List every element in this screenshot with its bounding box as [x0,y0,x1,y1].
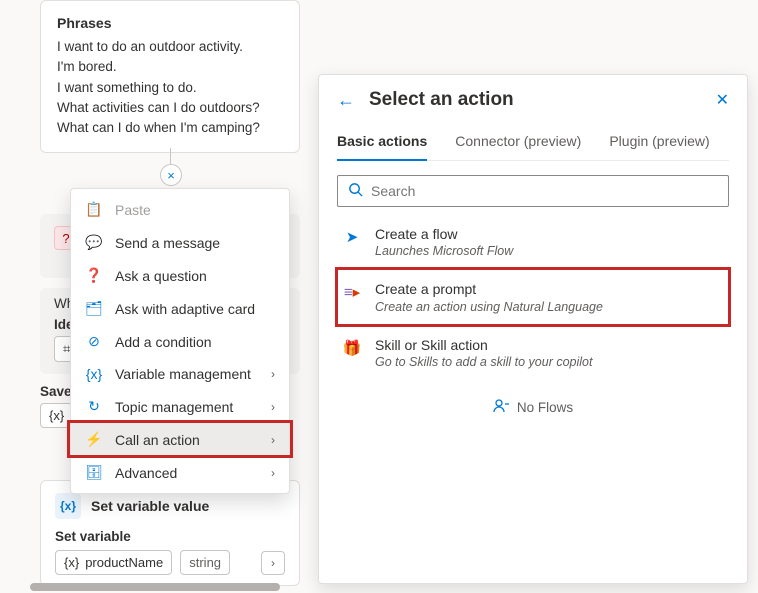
variable-icon: {x} [85,366,103,382]
phrase-line: I'm bored. [57,57,283,77]
chevron-right-icon: › [271,400,275,414]
set-variable-node[interactable]: {x} Set variable value Set variable {x} … [40,480,300,586]
card-icon: 🗂 [85,300,103,317]
phrase-line: What activities can I do outdoors? [57,98,283,118]
no-flows-text: No Flows [517,400,573,415]
search-input[interactable] [371,183,718,199]
menu-item-label: Variable management [115,366,251,382]
menu-item-label: Advanced [115,465,177,481]
no-flows-message: No Flows [337,398,729,417]
remove-node-button[interactable]: × [160,164,182,186]
phrases-card: Phrases I want to do an outdoor activity… [40,0,300,153]
menu-item-advanced[interactable]: 🗄 Advanced › [71,456,289,489]
connector-line [170,148,171,164]
action-create-prompt[interactable]: ≡▸ Create a prompt Create an action usin… [337,269,729,324]
add-node-context-menu: 📋 Paste 💬 Send a message ❓ Ask a questio… [70,188,290,494]
branch-icon: ⊘ [85,333,103,350]
action-desc: Launches Microsoft Flow [375,243,513,259]
question-icon: ❓ [85,267,103,284]
chat-icon: 💬 [85,234,103,251]
actions-list: ➤ Create a flow Launches Microsoft Flow … [337,215,729,380]
menu-item-ask-question[interactable]: ❓ Ask a question [71,259,289,292]
menu-item-label: Call an action [115,432,200,448]
phrase-line: I want something to do. [57,78,283,98]
close-icon: × [167,168,175,183]
chevron-right-icon: › [271,433,275,447]
menu-item-label: Ask a question [115,268,207,284]
action-title: Create a flow [375,225,513,243]
menu-item-variable-management[interactable]: {x} Variable management › [71,358,289,390]
scrollbar-thumb[interactable] [30,583,280,591]
action-title: Create a prompt [375,280,603,298]
variable-icon: {x} [49,408,64,423]
variable-icon: {x} [55,493,81,519]
person-icon [493,398,509,417]
back-button[interactable]: ← [337,90,355,111]
menu-item-topic-management[interactable]: ↻ Topic management › [71,390,289,423]
menu-item-paste: 📋 Paste [71,193,289,226]
menu-item-label: Topic management [115,399,233,415]
skill-icon: 🎁 [341,337,363,359]
phrase-line: What can I do when I'm camping? [57,118,283,138]
action-skill[interactable]: 🎁 Skill or Skill action Go to Skills to … [337,325,729,380]
menu-item-label: Add a condition [115,334,212,350]
action-title: Skill or Skill action [375,336,592,354]
menu-item-add-condition[interactable]: ⊘ Add a condition [71,325,289,358]
panel-tabs: Basic actions Connector (preview) Plugin… [337,127,729,161]
chevron-right-icon: › [271,466,275,480]
briefcase-icon: 🗄 [85,464,103,481]
paste-icon: 📋 [85,201,103,218]
close-panel-button[interactable]: ✕ [716,90,729,110]
tab-basic-actions[interactable]: Basic actions [337,127,427,161]
action-desc: Go to Skills to add a skill to your copi… [375,354,592,370]
menu-item-label: Paste [115,202,151,218]
variable-type-pill: string [180,550,230,575]
chevron-right-icon: › [271,367,275,381]
node-title: Set variable value [91,498,209,514]
search-box[interactable] [337,175,729,207]
menu-item-label: Send a message [115,235,220,251]
menu-item-call-action[interactable]: ⚡ Call an action › [71,423,289,456]
save-variable-chip[interactable]: {x} [40,403,73,428]
action-create-flow[interactable]: ➤ Create a flow Launches Microsoft Flow [337,215,729,269]
panel-title: Select an action [369,89,702,111]
variable-type: string [189,555,221,570]
set-variable-label: Set variable [55,529,285,544]
phrases-title: Phrases [57,15,283,31]
variable-name: productName [85,555,163,570]
menu-item-send-message[interactable]: 💬 Send a message [71,226,289,259]
search-icon [348,182,363,200]
prompt-icon: ≡▸ [341,281,363,303]
flow-icon: ➤ [341,226,363,248]
menu-item-label: Ask with adaptive card [115,301,255,317]
lightning-icon: ⚡ [85,431,103,448]
menu-item-adaptive-card[interactable]: 🗂 Ask with adaptive card [71,292,289,325]
phrase-line: I want to do an outdoor activity. [57,37,283,57]
variable-name-pill[interactable]: {x} productName [55,550,172,575]
select-action-panel: ← Select an action ✕ Basic actions Conne… [318,74,748,584]
expand-variable-button[interactable]: › [261,551,285,575]
tab-connector[interactable]: Connector (preview) [455,127,581,160]
variable-icon: {x} [64,555,79,570]
topic-icon: ↻ [85,398,103,415]
action-desc: Create an action using Natural Language [375,299,603,315]
tab-plugin[interactable]: Plugin (preview) [609,127,709,160]
